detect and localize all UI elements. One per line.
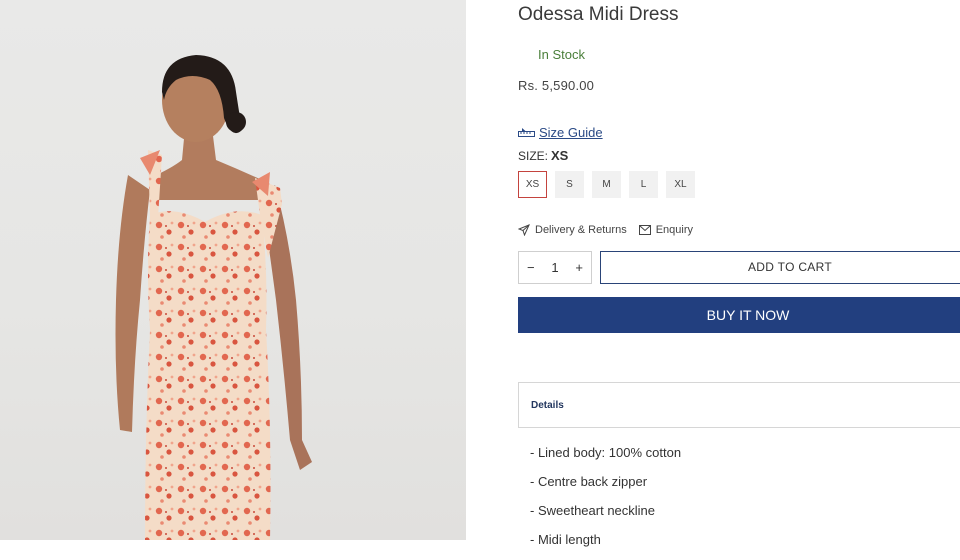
- product-price: Rs. 5,590.00: [518, 78, 595, 93]
- size-label-text: SIZE:: [518, 149, 549, 163]
- product-title: Odessa Midi Dress: [518, 4, 679, 25]
- delivery-returns-label: Delivery & Returns: [535, 224, 627, 236]
- size-option-s[interactable]: S: [555, 171, 584, 198]
- enquiry-link[interactable]: Enquiry: [638, 224, 693, 236]
- ruler-icon: [518, 127, 535, 137]
- size-guide-link[interactable]: Size Guide: [518, 125, 603, 140]
- model-wearing-dress-photo: [115, 55, 312, 540]
- enquiry-label: Enquiry: [655, 224, 693, 236]
- selected-size-value: XS: [551, 148, 569, 163]
- quantity-decrease-button[interactable]: −: [527, 260, 535, 275]
- details-item: - Midi length: [530, 532, 601, 547]
- product-info-panel: Odessa Midi Dress In Stock Rs. 5,590.00 …: [518, 0, 960, 547]
- details-item: - Lined body: 100% cotton: [530, 445, 682, 460]
- size-selector-label: SIZE: XS: [518, 148, 568, 163]
- size-option-m[interactable]: M: [592, 171, 621, 198]
- size-option-l[interactable]: L: [629, 171, 658, 198]
- quantity-stepper: − 1 +: [518, 251, 592, 284]
- details-item: - Centre back zipper: [530, 474, 648, 489]
- delivery-returns-link[interactable]: Delivery & Returns: [518, 224, 627, 236]
- product-image[interactable]: [0, 0, 466, 540]
- quantity-value[interactable]: 1: [551, 260, 558, 275]
- details-list: - Lined body: 100% cotton - Centre back …: [530, 444, 681, 560]
- details-item: - Sweetheart neckline: [530, 503, 656, 518]
- info-links: Delivery & Returns Enquiry: [518, 224, 693, 236]
- envelope-icon: [638, 225, 651, 235]
- quantity-increase-button[interactable]: +: [575, 260, 583, 275]
- add-to-cart-button[interactable]: ADD TO CART: [600, 251, 960, 284]
- size-option-xs[interactable]: XS: [518, 171, 547, 198]
- details-accordion-header[interactable]: Details: [518, 382, 960, 428]
- stock-status: In Stock: [538, 47, 585, 62]
- size-options: XS S M L XL: [518, 171, 695, 198]
- buy-it-now-button[interactable]: BUY IT NOW: [518, 297, 960, 333]
- size-guide-label: Size Guide: [539, 125, 603, 140]
- size-option-xl[interactable]: XL: [666, 171, 695, 198]
- paper-plane-icon: [518, 224, 530, 236]
